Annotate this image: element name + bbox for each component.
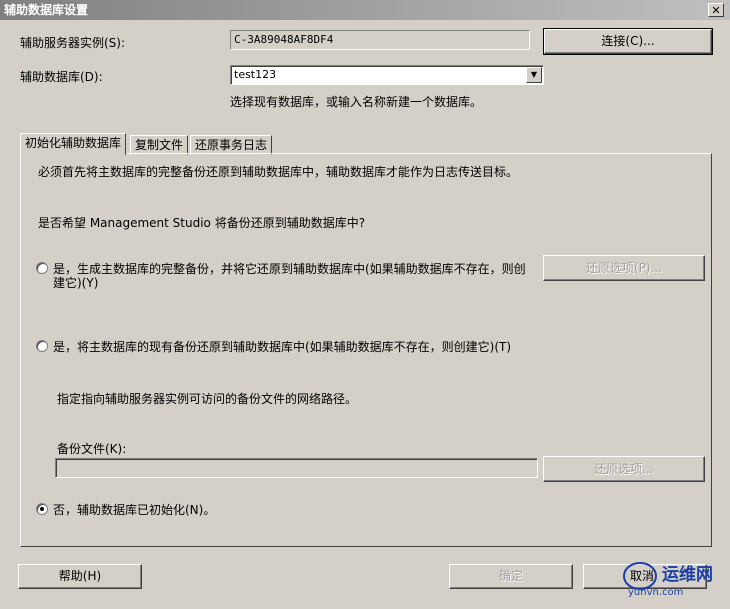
- option-generate-backup-radio[interactable]: [36, 262, 48, 274]
- secondary-database-value: test123: [234, 68, 277, 81]
- tab-restore-log[interactable]: 还原事务日志: [190, 135, 273, 155]
- ok-button[interactable]: 确定: [449, 564, 573, 589]
- option-generate-backup-label-line2[interactable]: 建它)(Y): [53, 274, 98, 291]
- watermark-url: yunvn.com: [628, 587, 683, 598]
- option-existing-backup-radio[interactable]: [36, 340, 48, 352]
- help-button[interactable]: 帮助(H): [18, 564, 142, 589]
- backup-file-label: 备份文件(K):: [57, 442, 127, 456]
- window-title-bar: 辅助数据库设置: [0, 0, 730, 20]
- restore-options-button-2[interactable]: 还原选项...: [543, 456, 705, 482]
- window-title: 辅助数据库设置: [4, 3, 89, 17]
- watermark-logo: 运维网 yunvn.com: [622, 560, 722, 601]
- watermark-text: 运维网: [662, 564, 713, 585]
- intro-text: 必须首先将主数据库的完整备份还原到辅助数据库中，辅助数据库才能作为日志传送目标。: [38, 165, 519, 179]
- database-hint: 选择现有数据库，或输入名称新建一个数据库。: [230, 95, 483, 109]
- option-generate-backup-label[interactable]: 是，生成主数据库的完整备份，并将它还原到辅助数据库中(如果辅助数据库不存在，则创: [53, 260, 526, 277]
- tab-copy-files[interactable]: 复制文件: [130, 135, 189, 155]
- chevron-down-icon[interactable]: ▼: [526, 67, 542, 83]
- backup-file-input[interactable]: [55, 458, 538, 478]
- secondary-database-label: 辅助数据库(D):: [20, 70, 103, 84]
- option-existing-backup-label[interactable]: 是，将主数据库的现有备份还原到辅助数据库中(如果辅助数据库不存在，则创建它)(T…: [53, 338, 511, 355]
- restore-options-button-1[interactable]: 还原选项(P)...: [543, 255, 705, 281]
- server-instance-field: C-3A89048AF8DF4: [230, 30, 530, 50]
- server-instance-label: 辅助服务器实例(S):: [20, 36, 126, 50]
- option-already-initialized-label[interactable]: 否，辅助数据库已初始化(N)。: [53, 501, 215, 518]
- option-already-initialized-radio[interactable]: [36, 503, 48, 515]
- secondary-database-select[interactable]: test123 ▼: [230, 65, 544, 85]
- tab-initialize-secondary[interactable]: 初始化辅助数据库: [20, 133, 127, 155]
- question-text: 是否希望 Management Studio 将备份还原到辅助数据库中?: [38, 216, 366, 230]
- close-icon[interactable]: ✕: [708, 3, 724, 17]
- connect-button[interactable]: 连接(C)...: [543, 28, 713, 55]
- network-path-hint: 指定指向辅助服务器实例可访问的备份文件的网络路径。: [57, 392, 358, 406]
- watermark-graphic: 运维网 yunvn.com: [623, 562, 713, 598]
- radio-selected-dot: [40, 507, 44, 511]
